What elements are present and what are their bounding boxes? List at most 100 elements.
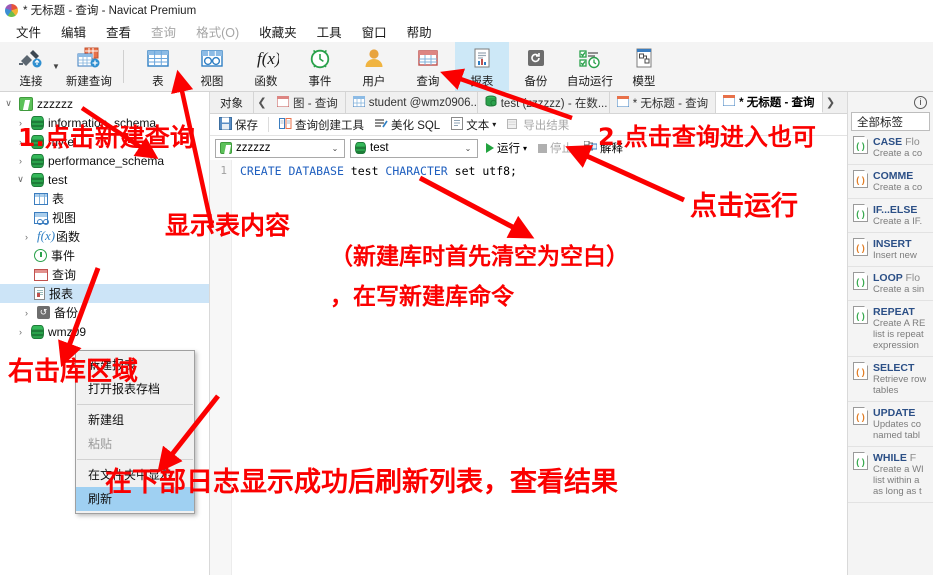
query-builder-button[interactable]: 查询创建工具: [275, 116, 368, 134]
chevron-down-icon[interactable]: ⌄: [328, 144, 342, 153]
menu-item-tools[interactable]: 工具: [307, 20, 352, 43]
toolbar-button-new-query[interactable]: 新建查询: [62, 42, 116, 91]
snippet-name: INSERT: [873, 238, 912, 250]
toolbar-button-user[interactable]: 用户: [347, 42, 401, 91]
context-menu-item-refresh[interactable]: 刷新: [76, 487, 194, 511]
toolbar-button-event[interactable]: 事件: [293, 42, 347, 91]
save-button[interactable]: 保存: [215, 116, 262, 134]
export-result-button[interactable]: 导出结果: [503, 116, 573, 134]
tree-item-reports[interactable]: 报表: [0, 284, 209, 303]
database-select[interactable]: test ⌄: [350, 138, 478, 158]
toolbar-button-connection[interactable]: 连接: [4, 42, 58, 91]
tree-item-events[interactable]: 事件: [0, 246, 209, 265]
tree-item-connection-zzzzzz[interactable]: ∨ zzzzzz: [0, 94, 209, 113]
chevron-down-icon[interactable]: ∨: [2, 98, 15, 109]
toolbar-label-report: 报表: [470, 75, 494, 88]
tree-item-information-schema[interactable]: › information_schema: [0, 113, 209, 132]
toolbar-button-query[interactable]: 查询: [401, 42, 455, 91]
tree-item-backups[interactable]: › ↺ 备份: [0, 303, 209, 322]
tab-scroll-left-icon[interactable]: ❮: [254, 92, 270, 113]
tab-student-table[interactable]: student @wmz0906...: [345, 92, 478, 113]
toolbar-button-report[interactable]: 报表: [454, 42, 509, 91]
menu-item-favorites[interactable]: 收藏夹: [249, 20, 307, 43]
tree-item-wmz09[interactable]: › wmz09: [0, 322, 209, 341]
toolbar-button-automation[interactable]: 自动运行: [563, 42, 617, 91]
explain-button[interactable]: 解释: [581, 140, 626, 156]
menu-item-edit[interactable]: 编辑: [51, 20, 96, 43]
menu-item-format[interactable]: 格式(O): [186, 20, 249, 43]
tree-item-performance-schema[interactable]: › performance_schema: [0, 151, 209, 170]
explain-label: 解释: [600, 143, 624, 155]
context-menu-item-show-in-folder[interactable]: 在文件夹中显示: [76, 463, 194, 487]
toolbar-label-query: 查询: [416, 75, 440, 88]
connection-select[interactable]: zzzzzz ⌄: [215, 138, 345, 158]
snippet-item-case[interactable]: ( ) CASE Flo Create a co: [848, 131, 933, 165]
chevron-down-icon[interactable]: ∨: [14, 174, 27, 185]
tab-test-database[interactable]: test (zzzzzz) - 在数...: [477, 92, 610, 113]
toolbar-button-view[interactable]: 视图: [185, 42, 239, 91]
snippet-item-loop[interactable]: ( ) LOOP Flo Create a sin: [848, 267, 933, 301]
chevron-right-icon[interactable]: ›: [20, 308, 33, 318]
toolbar-button-table[interactable]: 表: [131, 42, 185, 91]
snippets-list[interactable]: ( ) CASE Flo Create a co ( ) COMME Creat…: [848, 131, 933, 575]
menu-item-window[interactable]: 窗口: [352, 20, 397, 43]
chevron-right-icon[interactable]: ›: [14, 137, 27, 147]
toolbar-button-backup[interactable]: 备份: [509, 42, 563, 91]
toolbar-button-function[interactable]: f(x) 函数: [239, 42, 293, 91]
function-icon: f(x): [37, 228, 56, 243]
tree-item-functions[interactable]: › f(x) 函数: [0, 227, 209, 246]
context-menu-item-new-report[interactable]: 新建报表: [76, 353, 194, 377]
snippet-item-if-else[interactable]: ( ) IF...ELSE Create a IF.: [848, 199, 933, 233]
stop-button[interactable]: 停止: [535, 140, 576, 156]
chevron-down-icon[interactable]: ▾: [523, 144, 527, 153]
snippet-item-insert[interactable]: ( ) INSERT Insert new: [848, 233, 933, 267]
menu-item-view[interactable]: 查看: [96, 20, 141, 43]
report-context-menu[interactable]: 新建报表 打开报表存档 新建组 粘贴 在文件夹中显示 刷新: [75, 350, 195, 514]
sql-code[interactable]: CREATE DATABASE test CHARACTER set utf8;: [232, 160, 847, 575]
tree-item-tables[interactable]: 表: [0, 189, 209, 208]
snippet-name: CASE Flo: [873, 136, 920, 148]
snippet-item-select[interactable]: ( ) SELECT Retrieve row tables: [848, 357, 933, 402]
tab-objects[interactable]: 对象: [210, 92, 254, 113]
tab-untitled-query-1[interactable]: * 无标题 - 查询: [609, 92, 717, 113]
snippet-desc: Updates co named tabl: [873, 419, 922, 441]
snippet-item-while[interactable]: ( ) WHILE F Create a WI list within a as…: [848, 447, 933, 503]
snippet-item-repeat[interactable]: ( ) REPEAT Create A RE list is repeat ex…: [848, 301, 933, 357]
beautify-sql-button[interactable]: 美化 SQL: [371, 116, 444, 134]
app-logo-icon: [5, 3, 18, 17]
tab-untitled-query-2[interactable]: * 无标题 - 查询: [716, 92, 823, 113]
chevron-right-icon[interactable]: ›: [20, 232, 33, 242]
tree-item-queries[interactable]: 查询: [0, 265, 209, 284]
tab-query-1[interactable]: 图 - 查询: [270, 92, 346, 113]
menu-item-file[interactable]: 文件: [6, 20, 51, 43]
tree-item-mytel[interactable]: › mytel: [0, 132, 209, 151]
snippet-item-update[interactable]: ( ) UPDATE Updates co named tabl: [848, 402, 933, 447]
chevron-right-icon[interactable]: ›: [14, 327, 27, 337]
sql-editor[interactable]: 1 CREATE DATABASE test CHARACTER set utf…: [210, 160, 847, 575]
text-mode-button[interactable]: 文本 ▾: [447, 116, 500, 134]
database-icon: [355, 142, 366, 154]
toolbar-button-model[interactable]: 模型: [617, 42, 671, 91]
chevron-down-icon[interactable]: ⌄: [461, 144, 475, 153]
info-icon[interactable]: i: [914, 95, 927, 109]
context-menu-item-open-report-archive[interactable]: 打开报表存档: [76, 377, 194, 401]
save-icon: [219, 116, 232, 133]
context-menu-item-paste[interactable]: 粘贴: [76, 432, 194, 456]
tab-label: student @wmz0906...: [368, 96, 478, 109]
tab-scroll-right-icon[interactable]: ❯: [823, 92, 839, 113]
context-menu-separator-1: [77, 404, 193, 405]
connection-dropdown-caret-icon[interactable]: ▼: [52, 62, 60, 71]
navigation-tree-pane[interactable]: ∨ zzzzzz › information_schema › mytel › …: [0, 92, 210, 575]
snippets-filter-select[interactable]: 全部标签: [851, 112, 930, 131]
run-button[interactable]: 运行 ▾: [483, 140, 530, 156]
chevron-right-icon[interactable]: ›: [14, 156, 27, 166]
tree-item-views[interactable]: 视图: [0, 208, 209, 227]
toolbar-label-model: 模型: [632, 75, 656, 88]
menu-item-help[interactable]: 帮助: [397, 20, 442, 43]
chevron-down-icon[interactable]: ▾: [492, 120, 496, 129]
snippet-item-comment[interactable]: ( ) COMME Create a co: [848, 165, 933, 199]
context-menu-item-new-group[interactable]: 新建组: [76, 408, 194, 432]
menu-item-query[interactable]: 查询: [141, 20, 186, 43]
chevron-right-icon[interactable]: ›: [14, 118, 27, 128]
tree-item-test[interactable]: ∨ test: [0, 170, 209, 189]
